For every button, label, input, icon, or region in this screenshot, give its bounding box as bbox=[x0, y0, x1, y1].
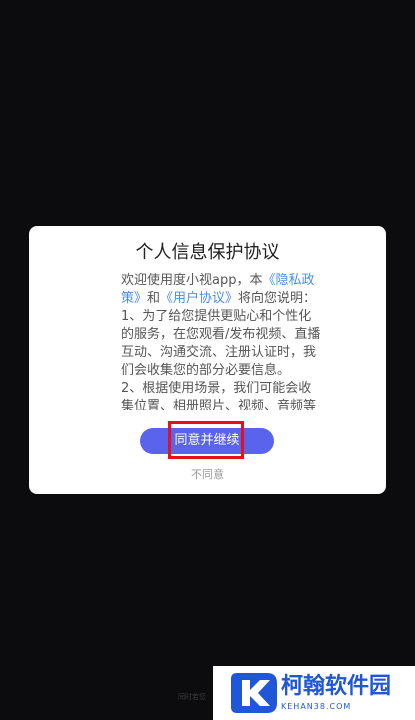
item-2: 2、根据使用场景，我们可能会收集位置、相册照片、视频、音频等 bbox=[121, 381, 317, 410]
highlight-annotation-box bbox=[168, 421, 244, 459]
dialog-body: 欢迎使用度小视app，本《隐私政策》和《用户协议》将向您说明： 1、为了给您提供… bbox=[121, 272, 321, 410]
k-logo-icon bbox=[231, 673, 277, 713]
intro-suffix: 将向您说明： bbox=[238, 291, 317, 306]
user-agreement-link[interactable]: 《用户协议》 bbox=[160, 291, 238, 306]
disagree-link[interactable]: 不同意 bbox=[29, 466, 386, 482]
watermark-name: 柯翰软件园 bbox=[281, 674, 392, 699]
watermark-url: KEHAN38.COM bbox=[281, 702, 352, 711]
dialog-title: 个人信息保护协议 bbox=[135, 242, 280, 263]
intro-middle: 和 bbox=[147, 291, 161, 306]
intro-prefix: 欢迎使用度小视app，本 bbox=[121, 273, 263, 288]
item-1: 1、为了给您提供更贴心和个性化的服务，在您观看/发布视频、直播互动、沟通交流、注… bbox=[121, 309, 321, 378]
privacy-agreement-dialog: 个人信息保护协议 欢迎使用度小视app，本《隐私政策》和《用户协议》将向您说明：… bbox=[29, 226, 386, 494]
watermark: 柯翰软件园 KEHAN38.COM bbox=[213, 666, 415, 720]
background-faint-text: 同时若您 bbox=[178, 693, 206, 701]
intro-paragraph: 欢迎使用度小视app，本《隐私政策》和《用户协议》将向您说明： bbox=[121, 272, 321, 308]
